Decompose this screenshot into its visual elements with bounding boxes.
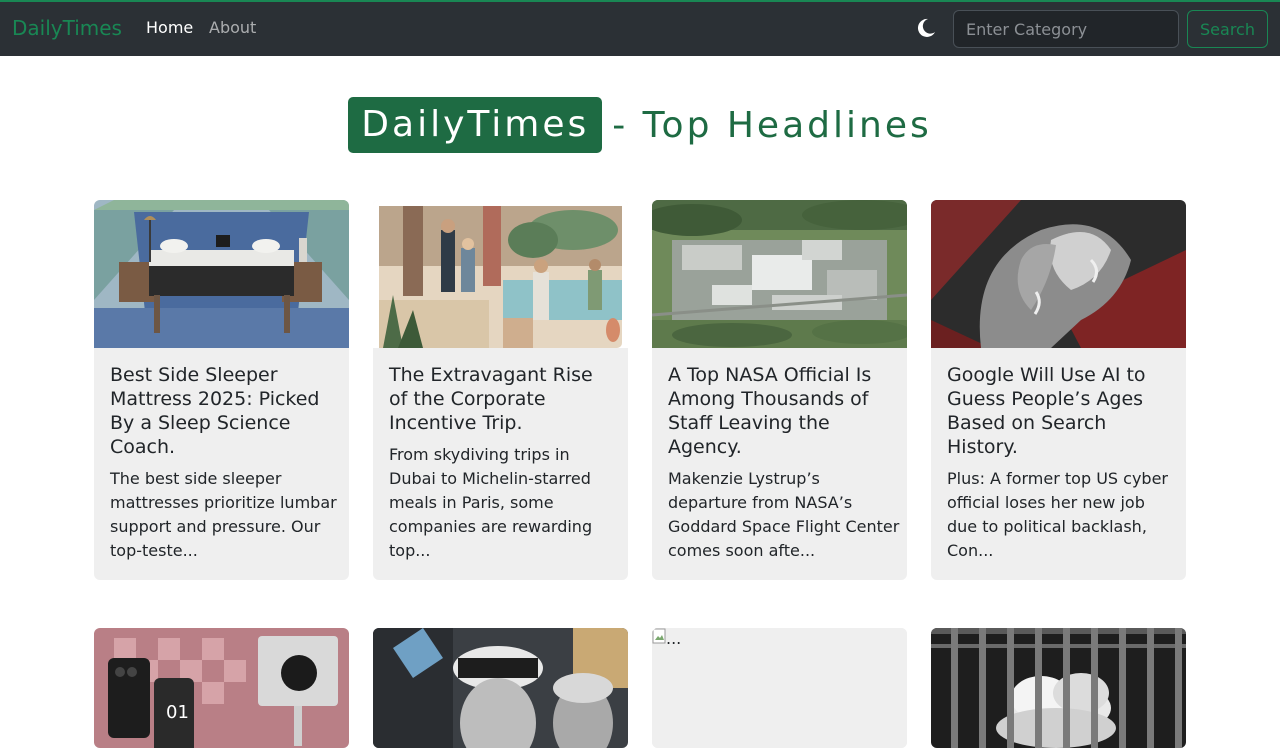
news-card[interactable]: A Top NASA Official Is Among Thousands o… <box>652 200 907 580</box>
title-text: - Top Headlines <box>612 104 932 146</box>
news-card-image <box>931 628 1186 748</box>
news-card[interactable]: Best Side Sleeper Mattress 2025: Picked … <box>94 200 349 580</box>
page-title: DailyTimes - Top Headlines <box>0 97 1280 153</box>
news-card-image <box>373 628 628 748</box>
news-card-title[interactable]: Google Will Use AI to Guess People’s Age… <box>947 363 1175 459</box>
news-card-image: 01 <box>94 628 349 748</box>
moon-icon[interactable] <box>914 16 938 40</box>
news-card[interactable]: 01 <box>94 628 349 748</box>
news-card-description: From skydiving trips in Dubai to Micheli… <box>389 445 593 560</box>
nav-about-link[interactable]: About <box>209 18 256 37</box>
brand-link[interactable]: DailyTimes <box>12 16 122 40</box>
news-card-title[interactable]: Best Side Sleeper Mattress 2025: Picked … <box>110 363 338 459</box>
news-card-image <box>373 200 628 348</box>
news-card-image <box>652 200 907 348</box>
title-badge: DailyTimes <box>348 97 603 153</box>
news-card[interactable] <box>931 628 1186 748</box>
news-card-image <box>931 200 1186 348</box>
news-card-title[interactable]: A Top NASA Official Is Among Thousands o… <box>668 363 896 459</box>
news-card[interactable]: ... <box>652 628 907 748</box>
news-card-description: Makenzie Lystrup’s departure from NASA’s… <box>668 469 900 560</box>
news-card-description: The best side sleeper mattresses priorit… <box>110 469 337 560</box>
broken-image-alt: ... <box>666 629 682 648</box>
news-card-description: Plus: A former top US cyber official los… <box>947 469 1168 560</box>
news-card-title[interactable]: The Extravagant Rise of the Corporate In… <box>389 363 617 435</box>
news-card-image: ... <box>652 628 907 748</box>
news-card-image <box>94 200 349 348</box>
nav-home-link[interactable]: Home <box>146 18 193 37</box>
search-input[interactable] <box>953 10 1179 48</box>
news-card[interactable] <box>373 628 628 748</box>
search-button[interactable]: Search <box>1187 10 1268 48</box>
news-card[interactable]: The Extravagant Rise of the Corporate In… <box>373 200 628 580</box>
navbar: DailyTimes Home About Search <box>0 0 1280 56</box>
news-card[interactable]: Google Will Use AI to Guess People’s Age… <box>931 200 1186 580</box>
